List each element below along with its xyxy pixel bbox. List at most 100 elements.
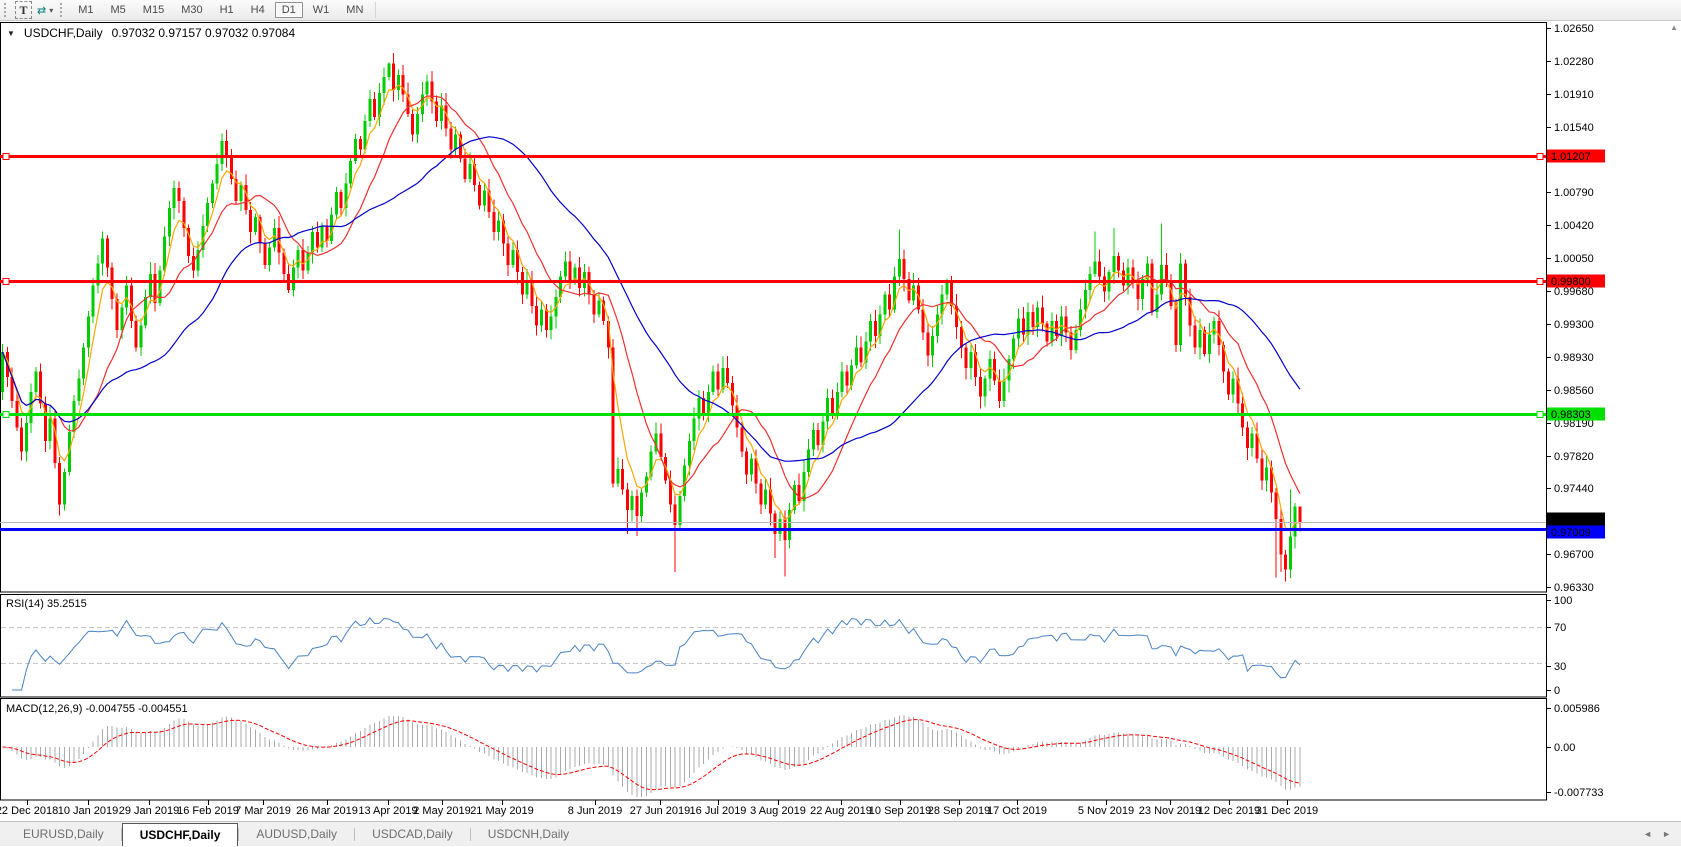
date-label: 21 May 2019 — [470, 805, 534, 817]
candle-up — [73, 401, 76, 432]
date-label: 7 Mar 2019 — [235, 805, 291, 817]
candle-up — [1289, 537, 1292, 570]
candle-up — [206, 203, 209, 226]
candle-up — [1017, 318, 1020, 338]
date-label: 8 Jun 2019 — [568, 805, 622, 817]
date-label: 27 Jun 2019 — [630, 805, 691, 817]
price-tick-label: 0.96330 — [1554, 582, 1594, 594]
candle-up — [25, 423, 28, 451]
rsi-tick-label: 100 — [1554, 595, 1572, 607]
candle-down — [903, 259, 906, 279]
price-tick-label: 1.00790 — [1554, 187, 1594, 199]
candle-down — [998, 380, 1001, 400]
date-label: 26 Mar 2019 — [296, 805, 358, 817]
tab-audusd-daily[interactable]: AUDUSD,Daily — [239, 823, 354, 846]
candle-down — [817, 430, 820, 445]
price-chart-canvas[interactable]: 1.026501.022801.019101.015401.007901.004… — [0, 0, 1681, 846]
tab-usdcnh-daily[interactable]: USDCNH,Daily — [471, 823, 586, 846]
candle-down — [1041, 308, 1044, 324]
candle-down — [1194, 325, 1197, 347]
candle-down — [979, 377, 982, 397]
tab-scroll-left-icon[interactable]: ◄ — [1643, 829, 1652, 839]
timeframe-button-m5[interactable]: M5 — [104, 2, 133, 18]
candle-up — [779, 519, 782, 534]
candle-down — [1136, 283, 1139, 299]
candle-up — [87, 317, 90, 348]
candle-up — [1093, 261, 1096, 273]
candle-down — [1046, 324, 1049, 342]
candle-up — [1, 352, 4, 392]
candle-down — [845, 372, 848, 386]
candle-down — [1275, 492, 1278, 519]
candle-up — [216, 164, 219, 184]
timeframe-button-mn[interactable]: MN — [339, 2, 370, 18]
collapse-triangle-icon[interactable]: ▼ — [7, 29, 15, 38]
candle-up — [693, 419, 696, 441]
price-tick-label: 1.02650 — [1554, 23, 1594, 35]
candle-down — [58, 463, 61, 505]
date-label: 10 Jan 2019 — [58, 805, 119, 817]
tab-usdchf-daily[interactable]: USDCHF,Daily — [122, 823, 239, 846]
candle-up — [383, 77, 386, 93]
candle-up — [63, 472, 66, 505]
candle-up — [168, 208, 171, 236]
candle-down — [302, 250, 305, 270]
price-tick-label: 1.02280 — [1554, 56, 1594, 68]
macd-tick-label: 0.005986 — [1554, 703, 1600, 715]
timeframe-button-m30[interactable]: M30 — [174, 2, 209, 18]
toolbar-grip[interactable] — [60, 3, 65, 17]
date-label: 29 Jan 2019 — [119, 805, 180, 817]
timeframe-button-w1[interactable]: W1 — [306, 2, 337, 18]
candle-up — [721, 368, 724, 389]
candle-up — [1012, 339, 1015, 359]
candle-up — [426, 81, 429, 94]
rsi-indicator-label: RSI(14) 35.2515 — [6, 598, 87, 610]
tab-eurusd-daily[interactable]: EURUSD,Daily — [6, 823, 121, 846]
candle-down — [478, 185, 481, 205]
candle-down — [592, 294, 595, 314]
candle-down — [402, 75, 405, 95]
candle-up — [945, 283, 948, 295]
price-line-label: 0.97084 — [1551, 514, 1591, 526]
candle-down — [244, 185, 247, 210]
arrange-windows-button[interactable]: ⇄ ▾ — [34, 1, 56, 19]
text-tool-button[interactable]: T — [15, 1, 32, 19]
candle-down — [960, 327, 963, 347]
hline-anchor — [3, 412, 9, 418]
timeframe-button-d1[interactable]: D1 — [275, 2, 303, 18]
candle-up — [77, 379, 80, 401]
candle-down — [745, 451, 748, 474]
macd-panel — [3, 715, 1300, 797]
toolbar: T ⇄ ▾ M1M5M15M30H1H4D1W1MN — [0, 0, 1681, 21]
candle-down — [1279, 519, 1282, 555]
date-label: 10 Sep 2019 — [869, 805, 931, 817]
date-label: 16 Feb 2019 — [177, 805, 239, 817]
candle-down — [492, 212, 495, 232]
price-tick-label: 1.01540 — [1554, 122, 1594, 134]
candle-up — [92, 285, 95, 316]
chart-tab-bar: EURUSD,DailyUSDCHF,DailyAUDUSD,DailyUSDC… — [0, 821, 1681, 846]
hline-anchor — [1537, 412, 1543, 418]
candle-down — [740, 427, 743, 451]
timeframe-button-m15[interactable]: M15 — [136, 2, 171, 18]
candle-down — [521, 272, 524, 294]
date-label: 12 Dec 2019 — [1198, 805, 1260, 817]
candle-down — [1117, 256, 1120, 270]
date-label: 22 Dec 2018 — [0, 805, 58, 817]
candle-up — [969, 352, 972, 368]
candle-up — [311, 232, 314, 252]
scroll-up-icon[interactable]: ▲ — [1670, 23, 1678, 32]
date-label: 2 May 2019 — [413, 805, 470, 817]
candle-down — [340, 192, 343, 208]
candle-down — [874, 321, 877, 336]
candle-down — [717, 372, 720, 390]
timeframe-button-m1[interactable]: M1 — [71, 2, 100, 18]
hline-anchor — [1537, 279, 1543, 285]
tab-usdcad-daily[interactable]: USDCAD,Daily — [355, 823, 470, 846]
tab-scroll-right-icon[interactable]: ► — [1662, 829, 1671, 839]
chart-ohlc-values: 0.97032 0.97157 0.97032 0.97084 — [112, 26, 296, 40]
timeframe-button-h4[interactable]: H4 — [244, 2, 272, 18]
horizontal-lines[interactable] — [0, 154, 1546, 530]
timeframe-button-h1[interactable]: H1 — [213, 2, 241, 18]
toolbar-grip[interactable] — [4, 3, 9, 17]
